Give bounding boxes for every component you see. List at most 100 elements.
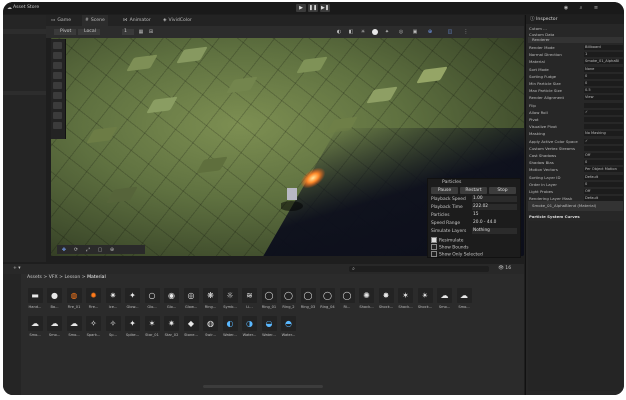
lighting-icon[interactable]: ☀ xyxy=(360,29,366,35)
asset-item[interactable]: ◑ Water... xyxy=(240,316,260,346)
pause-button[interactable]: ❚❚ xyxy=(308,4,318,12)
apply-active-color-space-field[interactable]: ✓ xyxy=(584,138,623,144)
tab-animator[interactable]: ⋈ Animator xyxy=(120,15,154,26)
stop-button[interactable]: Stop xyxy=(489,187,516,194)
asset-item[interactable]: ✧ Sp... xyxy=(103,316,123,346)
project-folder-tree[interactable] xyxy=(3,274,21,395)
grid-icon[interactable]: ▦ xyxy=(138,29,144,35)
tab-scene[interactable]: # Scene xyxy=(82,15,108,26)
visualize-pivot-field[interactable] xyxy=(584,124,623,130)
asset-item[interactable]: ☁ Smo... xyxy=(45,316,65,346)
rotate-tool-icon[interactable] xyxy=(53,62,62,69)
more-icon[interactable]: ⋮ xyxy=(462,29,470,35)
asset-item[interactable]: ✸ Shock... xyxy=(376,288,396,318)
play-button[interactable]: ▶ xyxy=(296,4,306,12)
module-header[interactable]: Cutom ... xyxy=(529,26,547,31)
show-bounds-checkbox[interactable]: Show Bounds xyxy=(431,244,469,251)
normal-direction-field[interactable]: 1 xyxy=(584,52,623,58)
sorting-layer-id-field[interactable]: Default xyxy=(584,174,623,180)
asset-item[interactable]: ◍ Swir... xyxy=(201,316,221,346)
asset-item[interactable]: ✦ Glow... xyxy=(123,288,143,318)
layers-icon[interactable]: ≡ xyxy=(593,5,599,11)
asset-item[interactable]: ☼ Symb... xyxy=(220,288,240,318)
sort-mode-field[interactable]: None xyxy=(584,66,623,72)
render-alignment-field[interactable]: View xyxy=(584,95,623,101)
min-particle-size-field[interactable]: 0 xyxy=(584,81,623,86)
add-icon[interactable]: + ▾ xyxy=(13,266,21,272)
max-particle-size-field[interactable]: 0.5 xyxy=(584,88,623,94)
show-only-selected-checkbox[interactable]: Show Only Selected xyxy=(431,251,483,258)
asset-item[interactable]: ☁ Smo... xyxy=(25,316,45,346)
restart-button[interactable]: Restart xyxy=(460,187,487,194)
allow-roll-field[interactable]: ✓ xyxy=(584,109,623,115)
asset-item[interactable]: ▬ Hand... xyxy=(25,288,45,318)
asset-item[interactable]: ○ Glo... xyxy=(142,288,162,318)
local-dropdown[interactable]: Local xyxy=(78,29,100,35)
camera-icon[interactable]: ▣ xyxy=(412,29,418,35)
sorting-fudge-field[interactable]: 0 xyxy=(584,73,623,79)
asset-item[interactable]: ◯ Ring_03 xyxy=(298,288,318,318)
search-icon[interactable]: ⌕ xyxy=(578,5,584,11)
asset-item[interactable]: ✶ Shock... xyxy=(396,288,416,318)
asset-item[interactable]: ◯ Ri... xyxy=(337,288,357,318)
asset-item[interactable]: ✷ Star_02 xyxy=(162,316,182,346)
2d-icon[interactable]: ◧ xyxy=(348,29,354,35)
asset-item[interactable]: ● Ba... xyxy=(45,288,65,318)
scale-tool-icon[interactable] xyxy=(53,72,62,79)
playback-time-field[interactable]: 222.02 xyxy=(472,204,517,210)
resimulate-checkbox[interactable]: Resimulate xyxy=(431,237,463,244)
grid-tool-icon[interactable] xyxy=(53,112,62,119)
curves-area[interactable] xyxy=(528,221,623,391)
shadow-bias-field[interactable]: 0 xyxy=(584,160,623,166)
asset-item[interactable]: ◯ Ring_01 xyxy=(259,288,279,318)
snap-field[interactable]: 1 xyxy=(122,29,134,35)
transform-icon[interactable]: ⊕ xyxy=(109,247,115,253)
asset-item[interactable]: ◆ Stone... xyxy=(181,316,201,346)
snap-icon[interactable]: ⊞ xyxy=(148,29,154,35)
asset-item[interactable]: ✧ Spark... xyxy=(84,316,104,346)
account-icon[interactable]: ◉ xyxy=(563,5,569,11)
asset-item[interactable]: ✴ Shock... xyxy=(415,288,435,318)
asset-item[interactable]: ☁ Smo... xyxy=(454,288,474,318)
asset-store-button[interactable]: Asset Store xyxy=(13,5,39,11)
transform-tool-icon[interactable] xyxy=(53,92,62,99)
audio-icon[interactable] xyxy=(372,29,378,35)
scale-icon[interactable]: ⤢ xyxy=(85,247,91,253)
asset-item[interactable]: ☁ Smo... xyxy=(435,288,455,318)
move-tool-icon[interactable] xyxy=(53,52,62,59)
asset-item[interactable]: ◒ Water... xyxy=(259,316,279,346)
custom-vertex-streams-field[interactable] xyxy=(584,145,623,151)
hidden-objects-icon[interactable]: ◎ xyxy=(398,29,404,35)
fx-icon[interactable]: ✦ xyxy=(384,29,390,35)
asset-item[interactable]: ◐ Water... xyxy=(220,316,240,346)
view-tool-icon[interactable] xyxy=(53,42,62,49)
asset-item[interactable]: ✺ Shock... xyxy=(357,288,377,318)
view-options-icon[interactable]: ◫ xyxy=(446,29,454,35)
tab-game[interactable]: ▭ Game xyxy=(48,15,74,26)
material-field[interactable]: Smoke_01_AlphaBl xyxy=(584,59,623,65)
flip-field[interactable] xyxy=(584,102,623,108)
asset-item[interactable]: ✷ Ice... xyxy=(103,288,123,318)
asset-item[interactable]: ◯ Ring_04 xyxy=(318,288,338,318)
asset-item[interactable]: ✦ Spike... xyxy=(123,316,143,346)
cloud-icon[interactable]: ☁ xyxy=(7,5,12,11)
asset-item[interactable]: ✶ Star_01 xyxy=(142,316,162,346)
hierarchy-row[interactable] xyxy=(3,29,46,34)
snap-tool-icon[interactable] xyxy=(53,122,62,129)
hierarchy-row[interactable] xyxy=(3,91,46,95)
breadcrumb-item[interactable]: Material xyxy=(87,275,106,280)
rotate-icon[interactable]: ⟳ xyxy=(73,247,79,253)
simulate-layers-dropdown[interactable]: Nothing xyxy=(472,228,517,234)
zoom-slider[interactable] xyxy=(203,385,323,388)
inspector-tab[interactable]: ⓘ Inspector xyxy=(530,17,558,23)
rect-icon[interactable]: ▢ xyxy=(97,247,103,253)
pivot-dropdown[interactable]: Pivot xyxy=(54,29,76,35)
render-mode-field[interactable]: Billboard xyxy=(584,45,623,50)
light-probes-field[interactable]: Off xyxy=(584,189,623,194)
pivot-field[interactable] xyxy=(584,117,623,122)
asset-item[interactable]: ◯ Ring_2 xyxy=(279,288,299,318)
renderer-module-header[interactable]: Renderer xyxy=(528,37,623,43)
cast-shadows-field[interactable]: Off xyxy=(584,153,623,158)
asset-item[interactable]: ◍ Fire_01 xyxy=(64,288,84,318)
breadcrumb-item[interactable]: VFX xyxy=(49,275,58,280)
